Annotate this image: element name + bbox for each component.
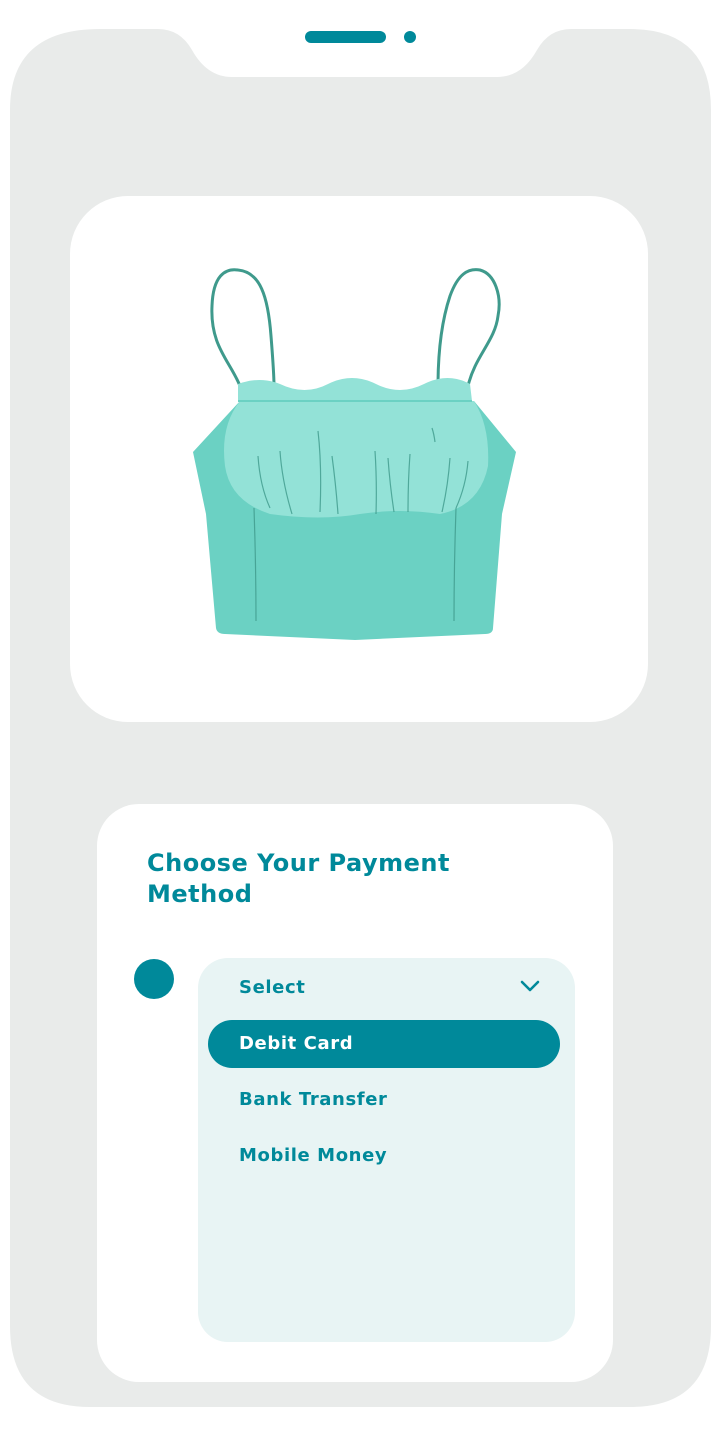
payment-title: Choose Your Payment Method: [147, 849, 450, 908]
dropdown-toggle[interactable]: Select: [198, 958, 575, 1020]
option-label: Mobile Money: [239, 1145, 388, 1166]
speaker-grille: [305, 31, 386, 43]
payment-card: Choose Your Payment Method Select Debit …: [97, 804, 613, 1382]
phone-screen: Choose Your Payment Method Select Debit …: [0, 0, 727, 1435]
crop-top-image: [193, 268, 516, 640]
radio-indicator[interactable]: [134, 959, 174, 999]
option-bank-transfer[interactable]: Bank Transfer: [208, 1076, 560, 1124]
chevron-down-icon[interactable]: [520, 980, 540, 994]
option-label: Debit Card: [239, 1033, 354, 1054]
dropdown-placeholder: Select: [239, 977, 306, 998]
option-mobile-money[interactable]: Mobile Money: [208, 1132, 560, 1180]
option-label: Bank Transfer: [239, 1089, 388, 1110]
payment-method-dropdown: Select Debit Card Bank Transfer Mobile M…: [198, 958, 575, 1342]
option-debit-card[interactable]: Debit Card: [208, 1020, 560, 1068]
camera-dot: [404, 31, 416, 43]
product-card: [70, 196, 648, 722]
